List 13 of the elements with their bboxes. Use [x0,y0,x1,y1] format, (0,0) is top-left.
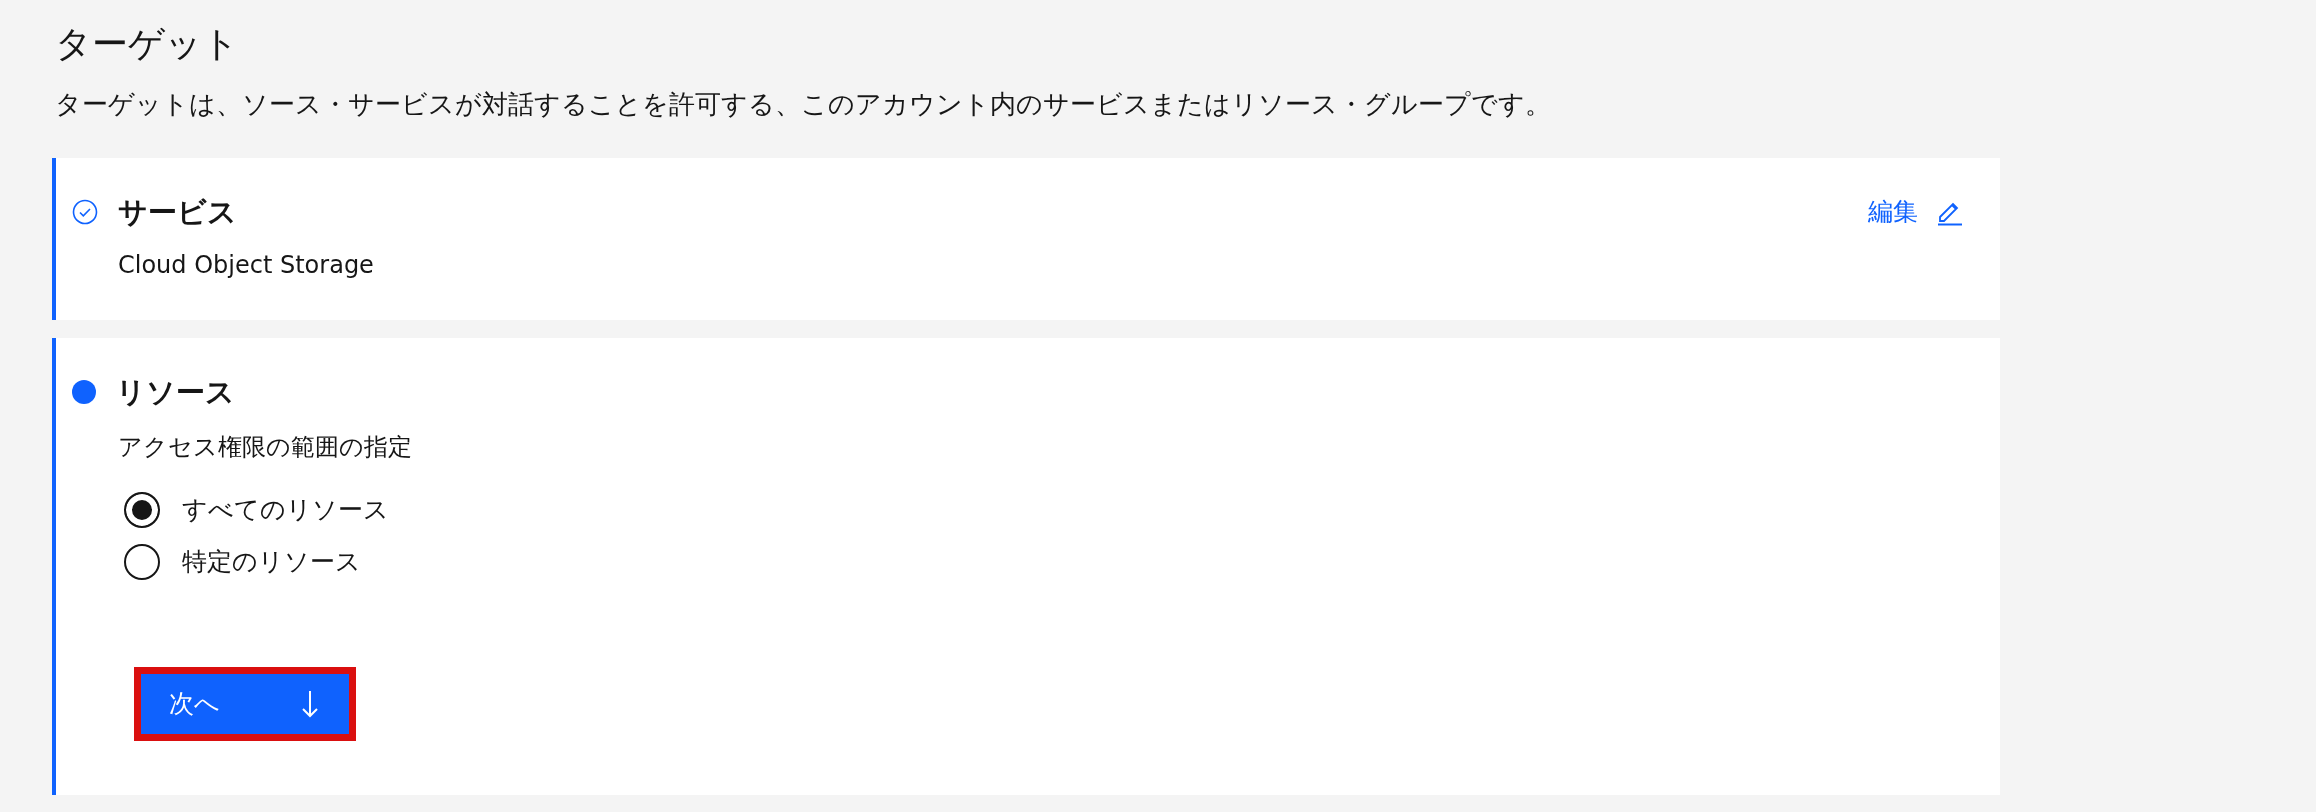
step-title: サービス [118,194,237,231]
edit-link[interactable]: 編集 [1868,193,1964,231]
selected-service: Cloud Object Storage [118,250,375,281]
section-description: ターゲットは、ソース・サービスが対話することを許可する、このアカウント内のサービスまたはリソース・グループです。 [54,88,1552,121]
step-subtitle: アクセス権限の範囲の指定 [118,432,413,463]
radio-label: 特定のリソース [182,546,361,578]
section-heading: ターゲット [54,22,240,66]
arrow-down-icon [301,689,319,719]
radio-button[interactable] [124,492,160,528]
radio-button[interactable] [124,544,160,580]
step-title: リソース [116,374,235,411]
radio-label: すべてのリソース [182,494,389,526]
next-button[interactable]: 次へ [141,674,349,734]
